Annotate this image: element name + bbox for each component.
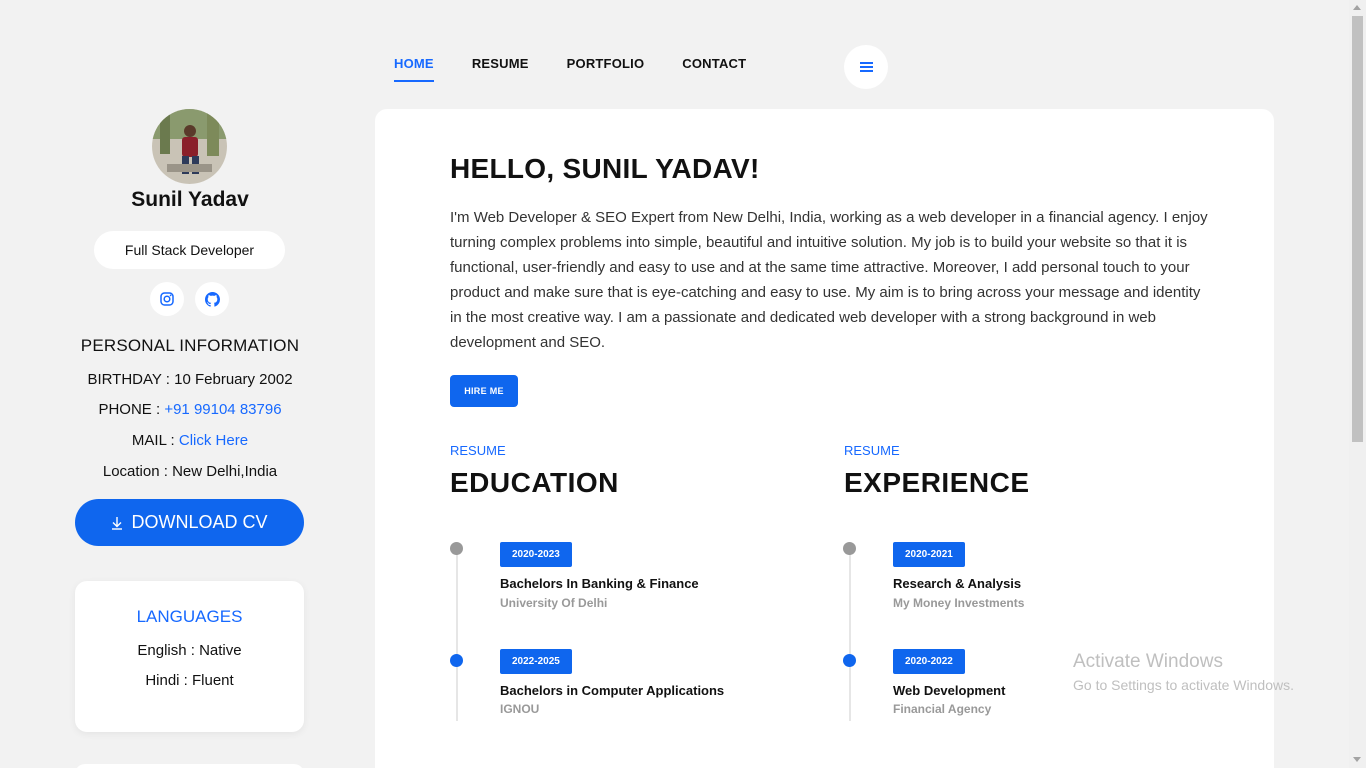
top-nav: HOME RESUME PORTFOLIO CONTACT [394,56,746,82]
scroll-up-arrow-icon[interactable] [1353,5,1361,10]
experience-section-label: RESUME [844,443,900,458]
birthday-value: 10 February 2002 [174,371,293,388]
experience-years-badge: 2020-2021 [893,542,965,567]
activation-watermark-subtitle: Go to Settings to activate Windows. [1073,677,1294,693]
language-item: English : Native [137,642,242,659]
hamburger-menu-icon [859,62,873,72]
phone-row: PHONE : +91 99104 83796 [0,401,380,418]
mail-link[interactable]: Click Here [179,432,248,449]
nav-resume[interactable]: RESUME [472,56,529,82]
experience-item-org: My Money Investments [893,596,1025,610]
avatar [152,109,227,184]
education-item-title: Bachelors In Banking & Finance [500,576,699,591]
education-timeline-line [456,549,458,721]
mail-label: MAIL : [131,432,179,449]
timeline-dot [450,654,463,667]
about-paragraph: I'm Web Developer & SEO Expert from New … [450,209,1208,351]
menu-button[interactable] [844,45,888,89]
location-label: Location : [102,463,173,480]
nav-portfolio[interactable]: PORTFOLIO [567,56,645,82]
instagram-button[interactable] [150,282,184,316]
education-years-badge: 2020-2023 [500,542,572,567]
sidebar: Sunil Yadav Full Stack Developer PERSONA… [0,0,375,768]
location-value: New Delhi,India [172,463,278,480]
education-title: EDUCATION [450,467,619,498]
download-icon [112,516,123,530]
role-pill: Full Stack Developer [94,231,285,269]
mail-row: MAIL : Click Here [0,432,380,449]
github-icon [204,291,220,307]
experience-years-badge: 2020-2022 [893,649,965,674]
timeline-dot [450,542,463,555]
education-item-org: IGNOU [500,702,540,716]
education-item-title: Bachelors in Computer Applications [500,683,725,698]
birthday-label: BIRTHDAY : [87,371,175,388]
instagram-icon [160,292,174,306]
timeline-dot [843,654,856,667]
languages-title: LANGUAGES [136,607,243,626]
nav-home[interactable]: HOME [394,56,434,82]
language-item: Hindi : Fluent [145,672,234,689]
languages-card: LANGUAGES English : Native Hindi : Fluen… [75,581,304,732]
birthday-row: BIRTHDAY : 10 February 2002 [0,371,380,388]
download-cv-button[interactable]: DOWNLOAD CV [75,499,304,546]
timeline-dot [843,542,856,555]
activation-watermark-title: Activate Windows [1073,651,1223,672]
education-section-label: RESUME [450,443,506,458]
experience-timeline-line [849,549,851,721]
experience-title: EXPERIENCE [844,467,1030,498]
personal-info-title: PERSONAL INFORMATION [80,336,300,355]
next-sidebar-card [75,764,304,768]
github-button[interactable] [195,282,229,316]
experience-item-title: Web Development [893,683,1006,698]
education-years-badge: 2022-2025 [500,649,572,674]
hire-me-button[interactable]: HIRE ME [450,375,518,407]
profile-name: Sunil Yadav [131,188,249,211]
download-cv-label: DOWNLOAD CV [131,512,268,532]
page-scrollbar[interactable] [1349,0,1366,768]
phone-link[interactable]: +91 99104 83796 [164,401,281,418]
page-title: HELLO, SUNIL YADAV! [450,153,760,184]
nav-contact[interactable]: CONTACT [682,56,746,82]
location-row: Location : New Delhi,India [0,463,380,480]
scroll-down-arrow-icon[interactable] [1353,757,1361,762]
scrollbar-thumb[interactable] [1352,16,1363,442]
experience-item-title: Research & Analysis [893,576,1022,591]
experience-item-org: Financial Agency [893,702,992,716]
education-item-org: University Of Delhi [500,596,608,610]
phone-label: PHONE : [98,401,165,418]
